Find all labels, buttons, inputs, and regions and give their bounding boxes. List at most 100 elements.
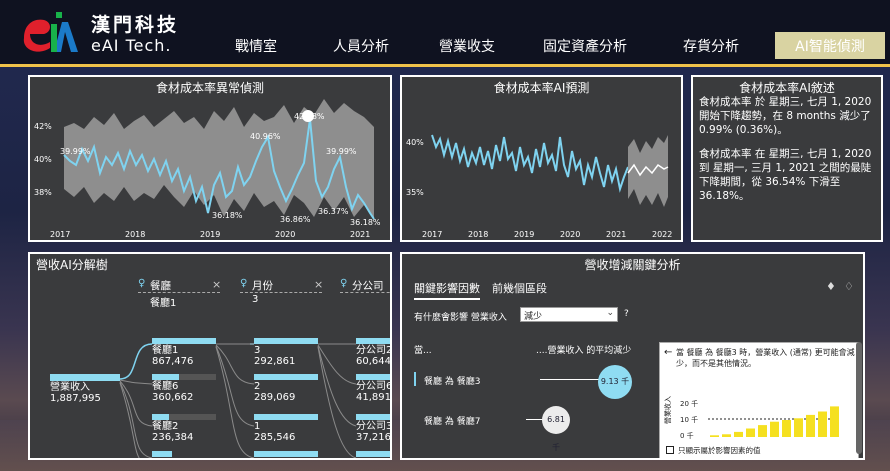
node-value: 360,662 (152, 392, 194, 403)
forecast-x-tick: 2017 (422, 230, 442, 239)
decomp-node[interactable]: 3 292,861 (254, 338, 318, 367)
callout-bar (818, 411, 827, 437)
thumbs-down-icon[interactable]: ♢ (844, 280, 854, 293)
checkbox-label: 只顯示屬於影響因素的值 (678, 446, 761, 455)
decomposition-tree-panel: 營收AI分解樹 ♀ 餐廳 × 餐廳1 ♀ 月份 × 3 ♀ 分公司 營業收入 1… (28, 252, 392, 460)
node-label: 餐廳6 (152, 381, 179, 392)
tab-inventory[interactable]: 存貨分析 (683, 36, 739, 56)
influencer-row[interactable]: 餐廳 為 餐廳7 6.81 千 (414, 406, 654, 452)
decomp-level-name: 分公司 (352, 280, 384, 292)
influencer-label: 餐廳 為 餐廳3 (424, 377, 481, 387)
decomp-level-selected: 餐廳1 (150, 298, 177, 309)
narrative-panel: 食材成本率AI敘述 食材成本率 於 星期三, 七月 1, 2020 開始下降趨勢… (691, 75, 883, 242)
forecast-panel: 食材成本率AI預測 40% 35% 2017 2018 2019 2020 20… (400, 75, 683, 242)
anomaly-y-tick: 42% (34, 122, 52, 131)
tab-top-segments[interactable]: 前幾個區段 (492, 280, 547, 296)
tab-staff-analysis[interactable]: 人員分析 (333, 36, 389, 56)
callout-y-tick: 10 千 (680, 415, 698, 424)
anomaly-chart: 42% 40% 38% 2017 2018 2019 2020 2021 39.… (34, 99, 381, 239)
anomaly-panel: 食材成本率異常偵測 42% 40% 38% 2017 2018 2019 202… (28, 75, 392, 242)
tab-revenue-expense[interactable]: 營業收支 (439, 36, 495, 56)
brand-name-en: eAI Tech. (91, 36, 172, 55)
tab-war-room[interactable]: 戰情室 (235, 36, 277, 56)
anomaly-data-label: 36.18% (212, 211, 243, 220)
eai-logo-icon (23, 12, 78, 52)
tab-ai-detection[interactable]: AI智能偵測 (775, 32, 885, 59)
top-accent-line (0, 64, 890, 67)
brand-name-cn: 漢門科技 (91, 14, 180, 36)
callout-bar (770, 421, 779, 437)
node-value: 1,887,995 (50, 393, 101, 404)
anomaly-data-label: 39.99% (60, 147, 91, 156)
forecast-x-tick: 2021 (606, 230, 626, 239)
decomp-node-bar (254, 451, 318, 457)
chevron-down-icon: ⌄ (606, 308, 614, 318)
callout-bar (746, 428, 755, 437)
decomp-root-node[interactable]: 營業收入 1,887,995 (50, 374, 120, 404)
node-label: 餐廳1 (152, 345, 179, 356)
callout-bar (794, 418, 803, 437)
influencer-detail-callout: ← 當 餐廳 為 餐廳3 時，營業收入 (通常) 更可能會減少，而不是其他情況。… (659, 342, 859, 458)
anomaly-x-tick: 2021 (350, 230, 370, 239)
decomp-level-selected: 3 (252, 294, 259, 305)
decomp-node[interactable]: 2 289,069 (254, 374, 318, 403)
forecast-line (431, 134, 629, 193)
anomaly-band (64, 99, 374, 219)
node-value: 236,384 (152, 432, 194, 443)
node-value: 60,644 (356, 356, 391, 367)
forecast-band (628, 135, 668, 207)
callout-bar (806, 414, 815, 437)
anomaly-x-tick: 2018 (125, 230, 145, 239)
decomp-node[interactable]: 分公司6 41,891 (356, 374, 391, 403)
decomp-node[interactable]: 餐廳6 360,662 (152, 374, 216, 403)
anomaly-data-label: 40.96% (250, 132, 281, 141)
callout-bar (758, 425, 767, 437)
decomp-node[interactable]: 分公司3 37,216 (356, 414, 391, 443)
dropdown-value: 減少 (524, 312, 543, 322)
thumbs-up-icon[interactable]: ♦ (826, 280, 836, 293)
callout-bar (734, 431, 743, 437)
anomaly-x-tick: 2017 (50, 230, 70, 239)
narrative-paragraph-2: 食材成本率 在 星期三, 七月 1, 2020 到 星期一, 三月 1, 202… (699, 148, 872, 202)
close-icon[interactable]: × (212, 278, 221, 291)
node-label: 3 (254, 345, 261, 356)
close-icon[interactable]: × (314, 278, 323, 291)
forecast-y-tick: 40% (406, 138, 424, 147)
node-value: 41,891 (356, 392, 391, 403)
decomp-node[interactable]: 1 285,546 (254, 414, 318, 443)
decomp-node-bar (356, 451, 390, 457)
anomaly-data-label: 36.37% (318, 207, 349, 216)
influencer-row[interactable]: 餐廳 為 餐廳3 9.13 千 (414, 365, 654, 399)
tab-fixed-assets[interactable]: 固定資產分析 (543, 36, 627, 56)
forecast-x-tick: 2020 (560, 230, 580, 239)
lightbulb-icon: ♀ (138, 278, 146, 289)
influencer-label: 餐廳 為 餐廳7 (424, 417, 481, 427)
node-value: 289,069 (254, 392, 296, 403)
influencer-checkbox[interactable] (666, 446, 674, 454)
node-value: 37,216 (356, 432, 391, 443)
decomp-level-name: 餐廳 (150, 280, 171, 292)
help-icon[interactable]: ? (624, 309, 629, 319)
decomp-node-bar (152, 451, 172, 457)
tab-key-influencers[interactable]: 關鍵影響因數 (414, 280, 480, 300)
anomaly-data-label: 36.18% (350, 218, 381, 227)
anomaly-y-tick: 38% (34, 188, 52, 197)
anomaly-data-label: 42.38% (294, 112, 325, 121)
anomaly-y-tick: 40% (34, 155, 52, 164)
scrollbar[interactable] (856, 342, 862, 454)
callout-bar (710, 435, 719, 437)
direction-dropdown[interactable]: 減少 ⌄ (520, 307, 618, 322)
node-value: 285,546 (254, 432, 296, 443)
lightbulb-icon: ♀ (340, 278, 348, 289)
decomp-node[interactable]: 餐廳1 867,476 (152, 338, 216, 367)
decomp-node[interactable]: 餐廳2 236,384 (152, 414, 216, 443)
lightbulb-icon: ♀ (240, 278, 248, 289)
callout-y-tick: 0 千 (680, 431, 694, 440)
forecast-x-tick: 2019 (514, 230, 534, 239)
node-value: 292,861 (254, 356, 296, 367)
decomp-node[interactable]: 分公司2 60,644 (356, 338, 391, 367)
influencer-bubble: 9.13 千 (598, 365, 632, 399)
question-prefix: 有什麼會影響 營業收入 (414, 313, 507, 323)
anomaly-x-tick: 2019 (200, 230, 220, 239)
forecast-x-tick: 2018 (468, 230, 488, 239)
